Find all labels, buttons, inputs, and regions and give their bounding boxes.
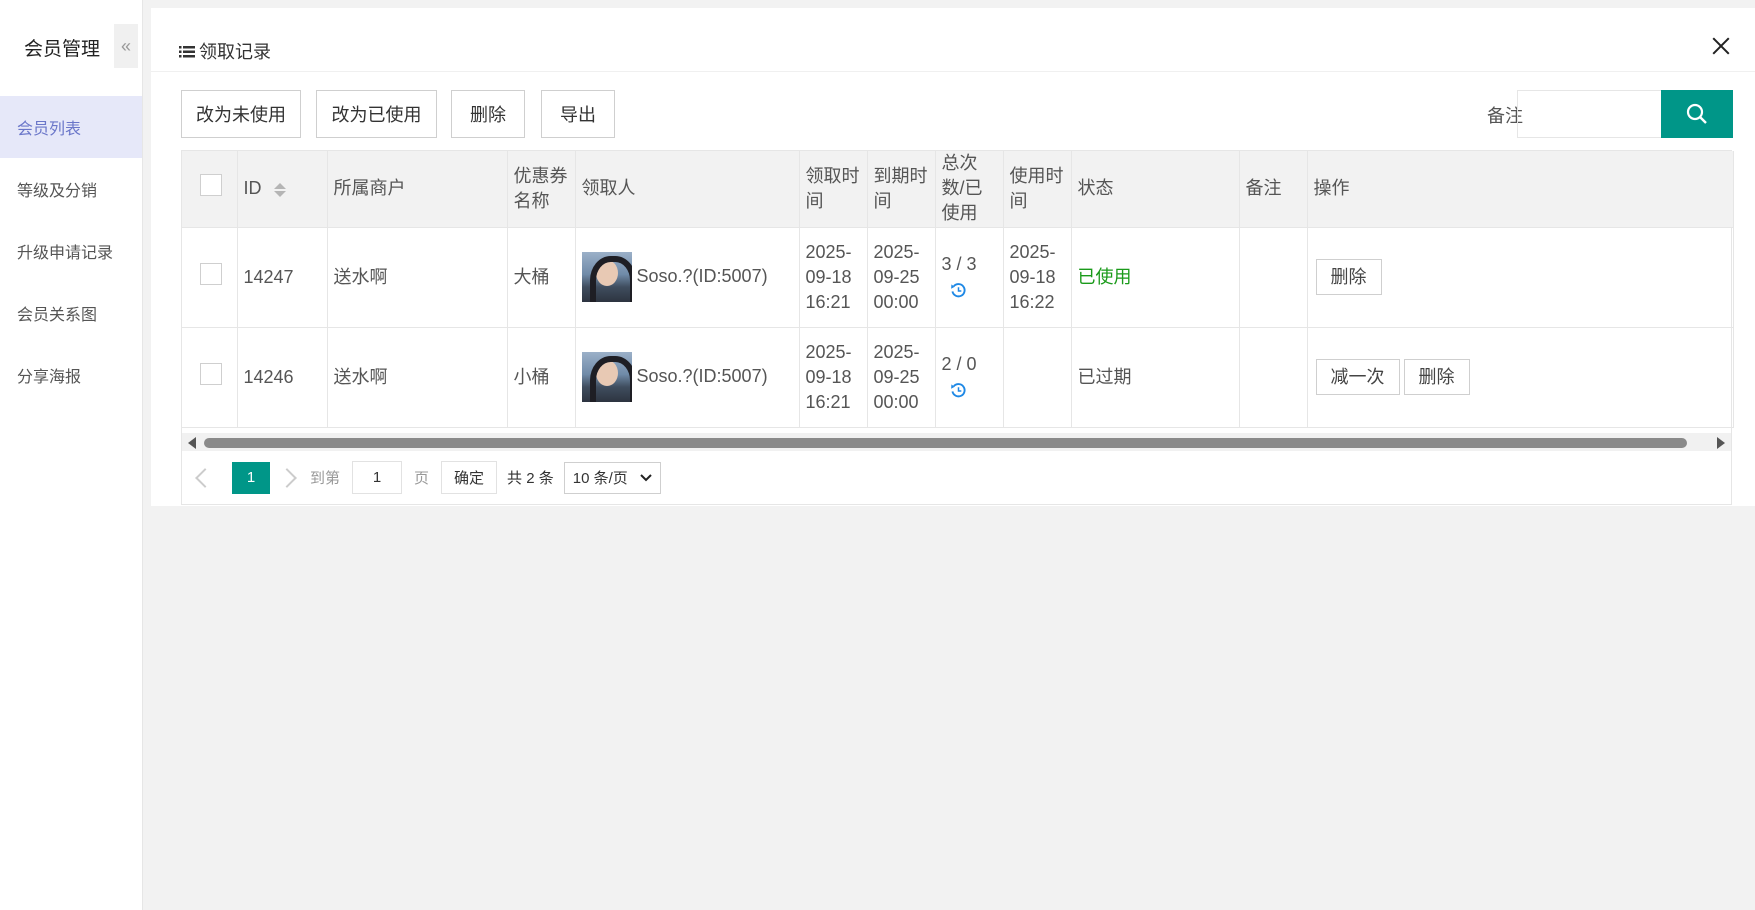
table-row: 14246 送水啊 小桶 Soso.?(ID:5007) 2025-09-18 … [182,327,1734,428]
header-expire-time: 到期时间 [867,151,936,228]
search-button[interactable] [1661,90,1733,138]
row-select-cell [182,327,238,428]
header-count: 总次数/已使用 [935,151,1004,228]
collapse-sidebar-icon[interactable]: « [114,24,138,68]
chevron-down-icon [640,473,652,481]
receiver-name: Soso.?(ID:5007) [636,365,768,386]
search-icon [1686,103,1707,124]
pagination: 1 到第 1 页 确定 共 2 条 10 条/页 [182,451,1731,504]
cell-status: 已过期 [1071,327,1240,428]
cell-receive-time: 2025-09-18 16:21 [799,227,868,328]
cell-status: 已使用 [1071,227,1240,328]
header-receive-time: 领取时间 [799,151,868,228]
sidebar-item-upgrade-records[interactable]: 升级申请记录 [0,220,142,282]
sidebar-title: 会员管理 [24,39,101,60]
prev-page-icon[interactable] [195,467,215,488]
sidebar-item-level-distribution[interactable]: 等级及分销 [0,158,142,220]
header-remark: 备注 [1239,151,1308,228]
header-id[interactable]: ID [237,151,328,228]
cell-receive-time: 2025-09-18 16:21 [799,327,868,428]
row-select-cell [182,227,238,328]
cell-coupon-name: 小桶 [507,327,576,428]
sidebar-item-member-list[interactable]: 会员列表 [0,96,142,158]
cell-id: 14247 [237,227,328,328]
total-count: 共 2 条 [507,470,554,487]
scroll-right-icon[interactable] [1717,437,1725,449]
panel-title-text: 领取记录 [199,42,271,62]
sidebar: 会员管理 « 会员列表 等级及分销 升级申请记录 会员关系图 分享海报 [0,0,143,910]
table-row: 14247 送水啊 大桶 Soso.?(ID:5007) 2025-09-18 … [182,227,1734,328]
status-badge: 已使用 [1077,266,1132,287]
cell-remark [1239,227,1308,328]
delete-button[interactable]: 删除 [451,90,525,138]
header-use-time: 使用时间 [1003,151,1072,228]
cell-merchant: 送水啊 [327,227,508,328]
goto-label: 到第 [310,470,341,487]
page-size-value: 10 条/页 [572,470,628,487]
select-all-checkbox[interactable] [200,174,222,197]
refresh-icon[interactable] [950,382,967,399]
mark-used-button[interactable]: 改为已使用 [316,90,437,138]
mark-unused-button[interactable]: 改为未使用 [181,90,301,138]
scrollbar-thumb[interactable] [204,438,1687,448]
count-value: 2 / 0 [941,354,977,374]
cell-expire-time: 2025-09-25 00:00 [867,327,936,428]
cell-actions: 删除 [1307,227,1734,328]
refresh-icon[interactable] [950,282,967,299]
close-icon[interactable] [1709,34,1733,58]
cell-id: 14246 [237,327,328,428]
avatar [581,352,632,402]
list-icon [179,46,195,58]
toolbar: 改为未使用 改为已使用 删除 导出 备注 [181,90,1755,138]
row-checkbox[interactable] [200,262,222,285]
header-actions: 操作 [1307,151,1734,228]
cell-use-time: 2025-09-18 16:22 [1003,227,1072,328]
cell-expire-time: 2025-09-25 00:00 [867,227,936,328]
cell-use-time [1003,327,1072,428]
table-header-row: ID 所属商户 优惠券名称 领取人 领取时间 到期时间 总次数/已使用 使用时间… [182,151,1734,228]
cell-remark [1239,327,1308,428]
cell-count: 2 / 0 [935,327,1004,428]
header-status: 状态 [1071,151,1240,228]
row-checkbox[interactable] [200,362,222,385]
header-id-label: ID [243,178,262,199]
header-merchant: 所属商户 [327,151,508,228]
panel-header: 领取记录 [151,8,1755,72]
records-table: ID 所属商户 优惠券名称 领取人 领取时间 到期时间 总次数/已使用 使用时间… [181,150,1734,505]
goto-page-input[interactable]: 1 [352,461,403,494]
sidebar-header: 会员管理 « [0,0,142,96]
goto-confirm-button[interactable]: 确定 [441,461,498,494]
page-size-select[interactable]: 10 条/页 [563,461,661,494]
panel-title: 领取记录 [179,38,271,64]
scroll-left-icon[interactable] [188,437,196,449]
export-button[interactable]: 导出 [541,90,615,138]
header-coupon-name: 优惠券名称 [507,151,576,228]
decrement-once-button[interactable]: 减一次 [1315,359,1400,395]
records-panel: 领取记录 改为未使用 改为已使用 删除 导出 备注 ID 所属商户 优惠券名称 … [151,8,1755,506]
receiver-name: Soso.?(ID:5007) [636,265,768,286]
horizontal-scrollbar[interactable] [182,433,1731,451]
header-receiver: 领取人 [575,151,800,228]
sidebar-item-relation-map[interactable]: 会员关系图 [0,282,142,344]
header-select-all [182,151,238,228]
sidebar-item-share-poster[interactable]: 分享海报 [0,344,142,406]
cell-actions: 减一次 删除 [1307,327,1734,428]
count-value: 3 / 3 [941,254,977,274]
page-unit-label: 页 [414,470,430,487]
sort-icon[interactable] [273,182,286,197]
remark-search-input[interactable] [1517,90,1667,138]
current-page[interactable]: 1 [232,461,270,494]
row-delete-button[interactable]: 删除 [1315,259,1382,295]
cell-count: 3 / 3 [935,227,1004,328]
cell-receiver: Soso.?(ID:5007) [575,327,800,428]
cell-coupon-name: 大桶 [507,227,576,328]
row-delete-button[interactable]: 删除 [1403,359,1470,395]
next-page-icon[interactable] [277,467,297,488]
avatar [581,252,632,302]
cell-merchant: 送水啊 [327,327,508,428]
cell-receiver: Soso.?(ID:5007) [575,227,800,328]
